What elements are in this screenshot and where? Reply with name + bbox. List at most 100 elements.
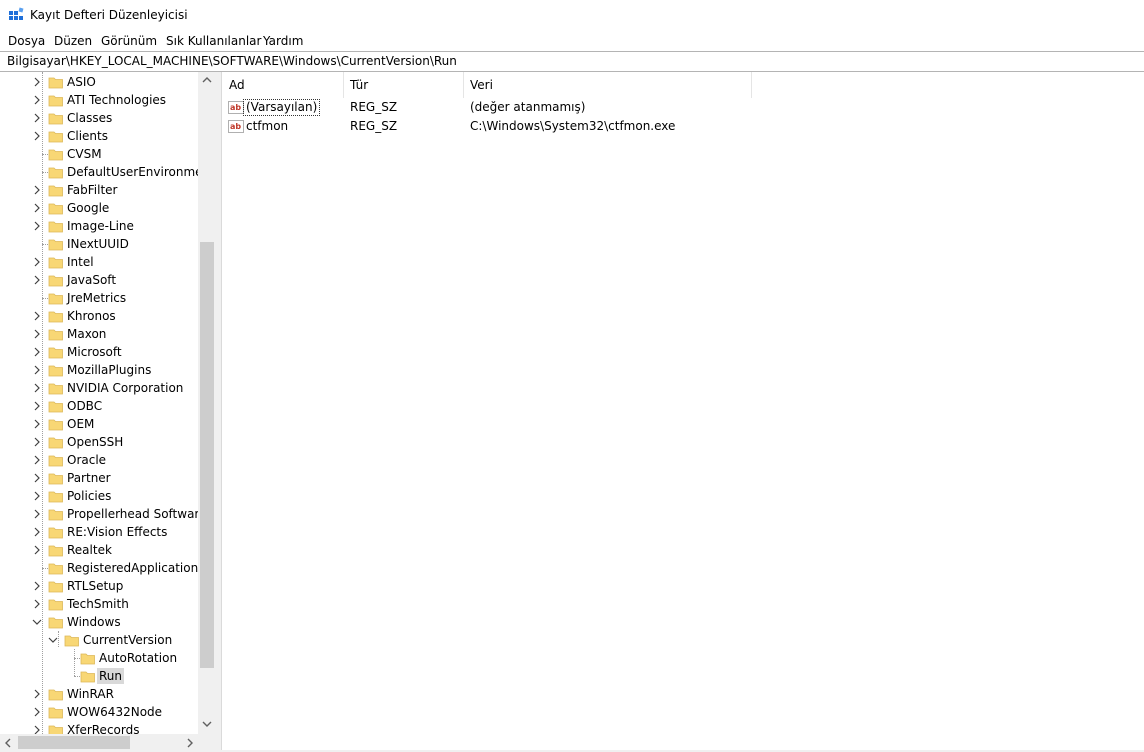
chevron-right-icon[interactable] bbox=[32, 509, 42, 519]
tree-node-inextuuid[interactable]: INextUUID bbox=[0, 235, 198, 253]
chevron-right-icon[interactable] bbox=[32, 203, 42, 213]
tree-node-label[interactable]: JavaSoft bbox=[65, 272, 118, 288]
tree-node-rtlsetup[interactable]: RTLSetup bbox=[0, 577, 198, 595]
chevron-right-icon[interactable] bbox=[32, 437, 42, 447]
tree-node-oem[interactable]: OEM bbox=[0, 415, 198, 433]
tree-node-windows[interactable]: Windows bbox=[0, 613, 198, 631]
chevron-right-icon[interactable] bbox=[32, 95, 42, 105]
chevron-right-icon[interactable] bbox=[32, 185, 42, 195]
tree-node-label[interactable]: Realtek bbox=[65, 542, 114, 558]
chevron-right-icon[interactable] bbox=[32, 365, 42, 375]
tree-node-asio[interactable]: ASIO bbox=[0, 73, 198, 91]
tree-vertical-scrollbar[interactable] bbox=[198, 72, 216, 734]
tree-node-label[interactable]: Microsoft bbox=[65, 344, 124, 360]
chevron-right-icon[interactable] bbox=[32, 491, 42, 501]
tree-node-label[interactable]: ATI Technologies bbox=[65, 92, 168, 108]
tree-node-label[interactable]: FabFilter bbox=[65, 182, 120, 198]
tree-node-autorotation[interactable]: AutoRotation bbox=[0, 649, 198, 667]
value-row[interactable]: ab ctfmon REG_SZ C:\Windows\System32\ctfmon… bbox=[222, 117, 1144, 136]
tree-node-label[interactable]: Image-Line bbox=[65, 218, 136, 234]
tree-node-javasoft[interactable]: JavaSoft bbox=[0, 271, 198, 289]
tree-node-label[interactable]: ASIO bbox=[65, 74, 98, 90]
key-tree[interactable]: ASIO ATI Technologies Classes Clients CVSM De… bbox=[0, 72, 216, 752]
value-row[interactable]: ab (Varsayılan) REG_SZ (değer atanmamış) bbox=[222, 98, 1144, 117]
chevron-right-icon[interactable] bbox=[32, 527, 42, 537]
scroll-left-icon[interactable] bbox=[0, 735, 18, 751]
tree-node-label[interactable]: Windows bbox=[65, 614, 123, 630]
tree-node-label[interactable]: RegisteredApplications bbox=[65, 560, 206, 576]
chevron-right-icon[interactable] bbox=[32, 131, 42, 141]
chevron-right-icon[interactable] bbox=[32, 113, 42, 123]
tree-node-image-line[interactable]: Image-Line bbox=[0, 217, 198, 235]
tree-node-label[interactable]: ODBC bbox=[65, 398, 104, 414]
value-name[interactable]: ctfmon bbox=[246, 119, 288, 134]
tree-node-odbc[interactable]: ODBC bbox=[0, 397, 198, 415]
scroll-down-icon[interactable] bbox=[198, 716, 216, 732]
address-path[interactable]: Bilgisayar\HKEY_LOCAL_MACHINE\SOFTWARE\W… bbox=[7, 54, 457, 68]
tree-node-defaultuserenvironment[interactable]: DefaultUserEnvironment bbox=[0, 163, 215, 181]
tree-node-label[interactable]: OpenSSH bbox=[65, 434, 125, 450]
menu-duzen[interactable]: Düzen bbox=[54, 34, 92, 48]
tree-node-wow6432node[interactable]: WOW6432Node bbox=[0, 703, 198, 721]
tree-node-label[interactable]: MozillaPlugins bbox=[65, 362, 153, 378]
chevron-right-icon[interactable] bbox=[32, 689, 42, 699]
chevron-right-icon[interactable] bbox=[32, 401, 42, 411]
tree-node-label[interactable]: DefaultUserEnvironment bbox=[65, 164, 216, 180]
tree-node-nvidia-corporation[interactable]: NVIDIA Corporation bbox=[0, 379, 198, 397]
tree-node-run[interactable]: Run bbox=[0, 667, 198, 685]
tree-node-currentversion[interactable]: CurrentVersion bbox=[0, 631, 198, 649]
menu-yardim[interactable]: Yardım bbox=[263, 34, 303, 48]
tree-node-google[interactable]: Google bbox=[0, 199, 198, 217]
tree-node-openssh[interactable]: OpenSSH bbox=[0, 433, 198, 451]
tree-node-realtek[interactable]: Realtek bbox=[0, 541, 198, 559]
tree-horizontal-scroll-thumb[interactable] bbox=[18, 736, 130, 749]
tree-node-jremetrics[interactable]: JreMetrics bbox=[0, 289, 198, 307]
scroll-right-icon[interactable] bbox=[180, 735, 198, 751]
tree-node-oracle[interactable]: Oracle bbox=[0, 451, 198, 469]
tree-node-label[interactable]: Clients bbox=[65, 128, 110, 144]
tree-node-label[interactable]: OEM bbox=[65, 416, 96, 432]
tree-node-maxon[interactable]: Maxon bbox=[0, 325, 198, 343]
tree-node-partner[interactable]: Partner bbox=[0, 469, 198, 487]
chevron-right-icon[interactable] bbox=[32, 221, 42, 231]
tree-node-label[interactable]: Oracle bbox=[65, 452, 108, 468]
chevron-right-icon[interactable] bbox=[32, 545, 42, 555]
tree-node-label[interactable]: Propellerhead Software bbox=[65, 506, 208, 522]
chevron-right-icon[interactable] bbox=[32, 347, 42, 357]
chevron-right-icon[interactable] bbox=[32, 707, 42, 717]
tree-node-mozillaplugins[interactable]: MozillaPlugins bbox=[0, 361, 198, 379]
tree-node-classes[interactable]: Classes bbox=[0, 109, 198, 127]
tree-node-microsoft[interactable]: Microsoft bbox=[0, 343, 198, 361]
chevron-right-icon[interactable] bbox=[32, 257, 42, 267]
menu-dosya[interactable]: Dosya bbox=[8, 34, 45, 48]
menu-gorunum[interactable]: Görünüm bbox=[101, 34, 157, 48]
tree-node-label[interactable]: Classes bbox=[65, 110, 114, 126]
chevron-right-icon[interactable] bbox=[32, 329, 42, 339]
tree-node-label[interactable]: Khronos bbox=[65, 308, 118, 324]
values-list[interactable]: Ad Tür Veri ab (Varsayılan) REG_SZ (değer a… bbox=[221, 72, 1144, 752]
tree-node-label[interactable]: Run bbox=[97, 668, 125, 684]
tree-node-label[interactable]: Partner bbox=[65, 470, 113, 486]
chevron-right-icon[interactable] bbox=[32, 311, 42, 321]
tree-node-label[interactable]: Google bbox=[65, 200, 111, 216]
tree-node-khronos[interactable]: Khronos bbox=[0, 307, 198, 325]
chevron-right-icon[interactable] bbox=[32, 581, 42, 591]
address-bar[interactable]: Bilgisayar\HKEY_LOCAL_MACHINE\SOFTWARE\W… bbox=[0, 51, 1144, 72]
tree-node-techsmith[interactable]: TechSmith bbox=[0, 595, 198, 613]
tree-node-label[interactable]: AutoRotation bbox=[97, 650, 179, 666]
tree-node-label[interactable]: INextUUID bbox=[65, 236, 131, 252]
tree-node-label[interactable]: NVIDIA Corporation bbox=[65, 380, 185, 396]
chevron-right-icon[interactable] bbox=[32, 383, 42, 393]
tree-vertical-scroll-thumb[interactable] bbox=[200, 242, 214, 668]
chevron-right-icon[interactable] bbox=[32, 473, 42, 483]
tree-node-propellerhead-software[interactable]: Propellerhead Software bbox=[0, 505, 206, 523]
tree-node-label[interactable]: WOW6432Node bbox=[65, 704, 164, 720]
tree-node-clients[interactable]: Clients bbox=[0, 127, 198, 145]
tree-node-cvsm[interactable]: CVSM bbox=[0, 145, 198, 163]
column-header-name[interactable]: Ad bbox=[222, 72, 344, 98]
tree-node-policies[interactable]: Policies bbox=[0, 487, 198, 505]
tree-node-label[interactable]: RTLSetup bbox=[65, 578, 125, 594]
tree-node-ati-technologies[interactable]: ATI Technologies bbox=[0, 91, 198, 109]
tree-node-label[interactable]: CurrentVersion bbox=[81, 632, 174, 648]
tree-node-registeredapplications[interactable]: RegisteredApplications bbox=[0, 559, 204, 577]
